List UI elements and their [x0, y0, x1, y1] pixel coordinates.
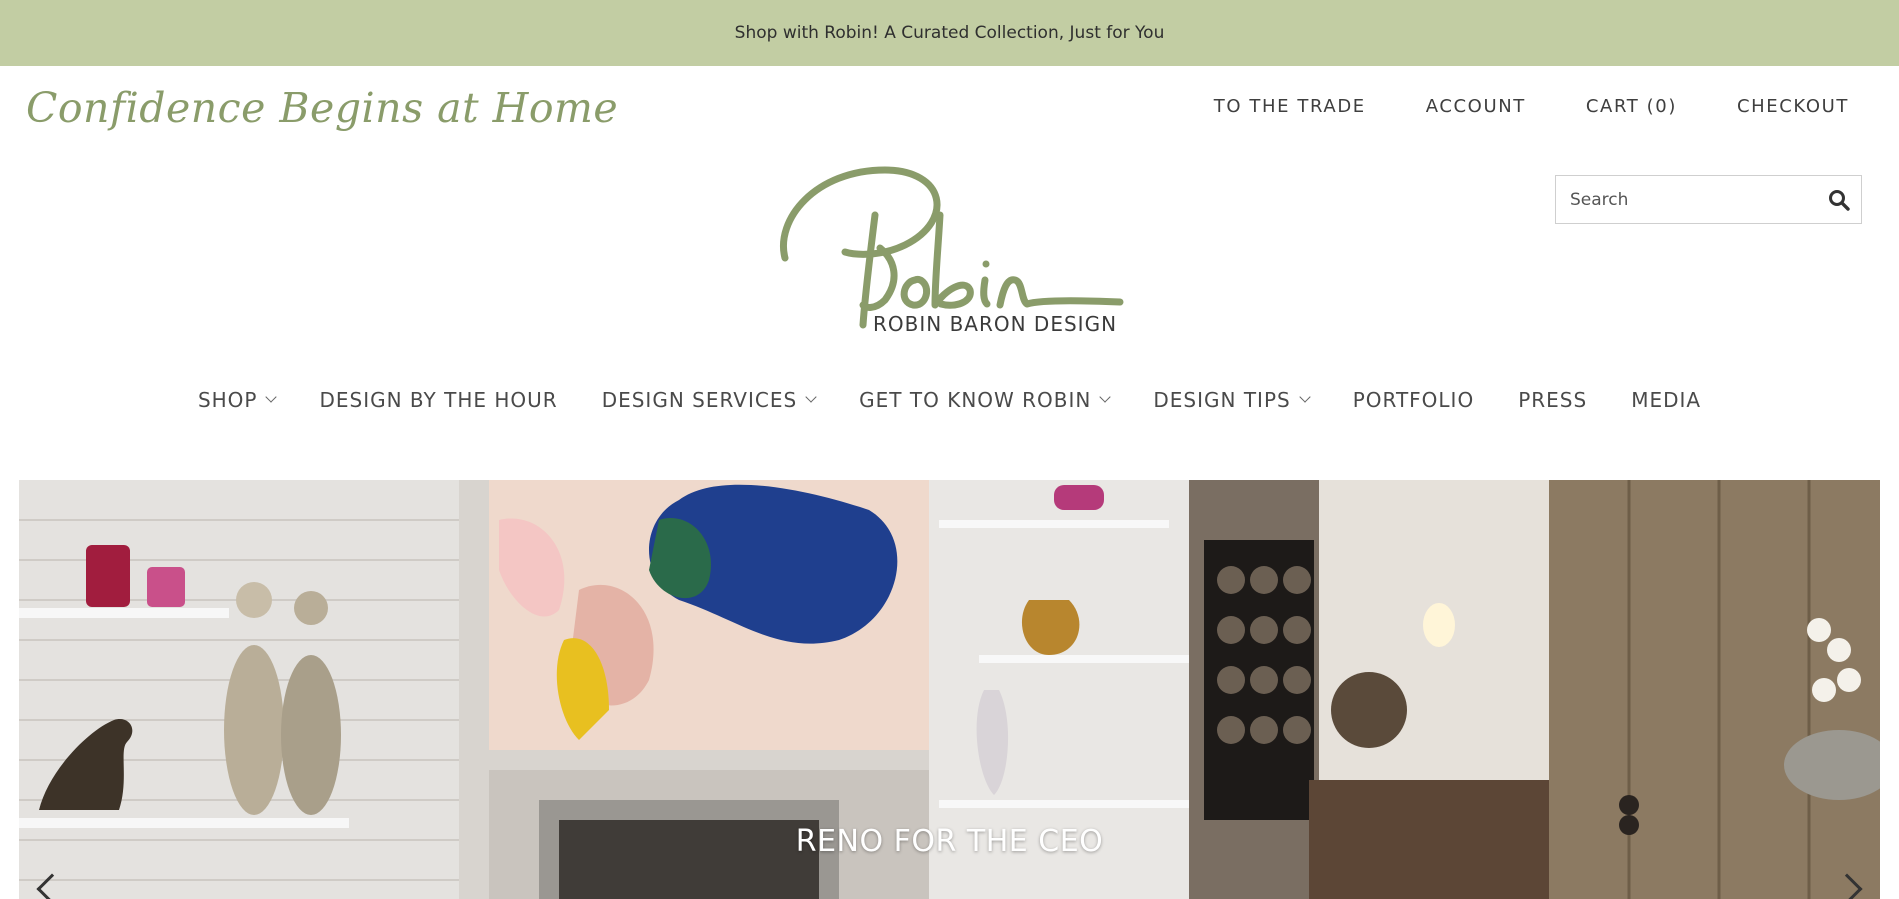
cart-link[interactable]: CART (0) [1586, 96, 1677, 117]
account-link[interactable]: ACCOUNT [1426, 96, 1526, 117]
nav-item-get-to-know-robin[interactable]: GET TO KNOW ROBIN [859, 388, 1112, 412]
chevron-down-icon [1299, 391, 1311, 403]
checkout-link[interactable]: CHECKOUT [1737, 96, 1849, 117]
nav-item-shop[interactable]: SHOP [197, 388, 278, 412]
nav-item-label: SHOP [197, 388, 258, 412]
utility-nav: TO THE TRADE ACCOUNT CART (0) CHECKOUT [1154, 96, 1849, 117]
logo-subtitle: ROBIN BARON DESIGN [873, 312, 1118, 336]
nav-item-label: MEDIA [1631, 388, 1702, 412]
announcement-text: Shop with Robin! A Curated Collection, J… [734, 23, 1165, 43]
chevron-down-icon [805, 391, 817, 403]
nav-item-media[interactable]: MEDIA [1631, 388, 1701, 412]
hero-slider[interactable]: RENO FOR THE CEO [19, 480, 1880, 899]
nav-item-press[interactable]: PRESS [1518, 388, 1587, 412]
nav-item-label: GET TO KNOW ROBIN [859, 388, 1092, 412]
nav-item-portfolio[interactable]: PORTFOLIO [1353, 388, 1475, 412]
nav-item-design-services[interactable]: DESIGN SERVICES [601, 388, 817, 412]
nav-item-label: DESIGN SERVICES [601, 388, 798, 412]
nav-item-label: PRESS [1518, 388, 1588, 412]
search-icon[interactable] [1817, 176, 1861, 223]
main-nav: SHOP DESIGN BY THE HOUR DESIGN SERVICES … [0, 388, 1899, 412]
chevron-down-icon [265, 391, 278, 403]
nav-item-design-by-the-hour[interactable]: DESIGN BY THE HOUR [319, 388, 557, 412]
to-the-trade-link[interactable]: TO THE TRADE [1214, 96, 1366, 117]
nav-item-label: DESIGN BY THE HOUR [319, 388, 558, 412]
search-input[interactable] [1556, 176, 1817, 223]
hero-caption: RENO FOR THE CEO [795, 824, 1104, 859]
nav-item-label: DESIGN TIPS [1153, 388, 1291, 412]
nav-item-design-tips[interactable]: DESIGN TIPS [1153, 388, 1311, 412]
nav-item-label: PORTFOLIO [1352, 388, 1475, 412]
announcement-bar: Shop with Robin! A Curated Collection, J… [0, 0, 1899, 66]
tagline: Confidence Begins at Home [26, 84, 619, 132]
search-box [1555, 175, 1862, 224]
chevron-down-icon [1099, 391, 1112, 403]
